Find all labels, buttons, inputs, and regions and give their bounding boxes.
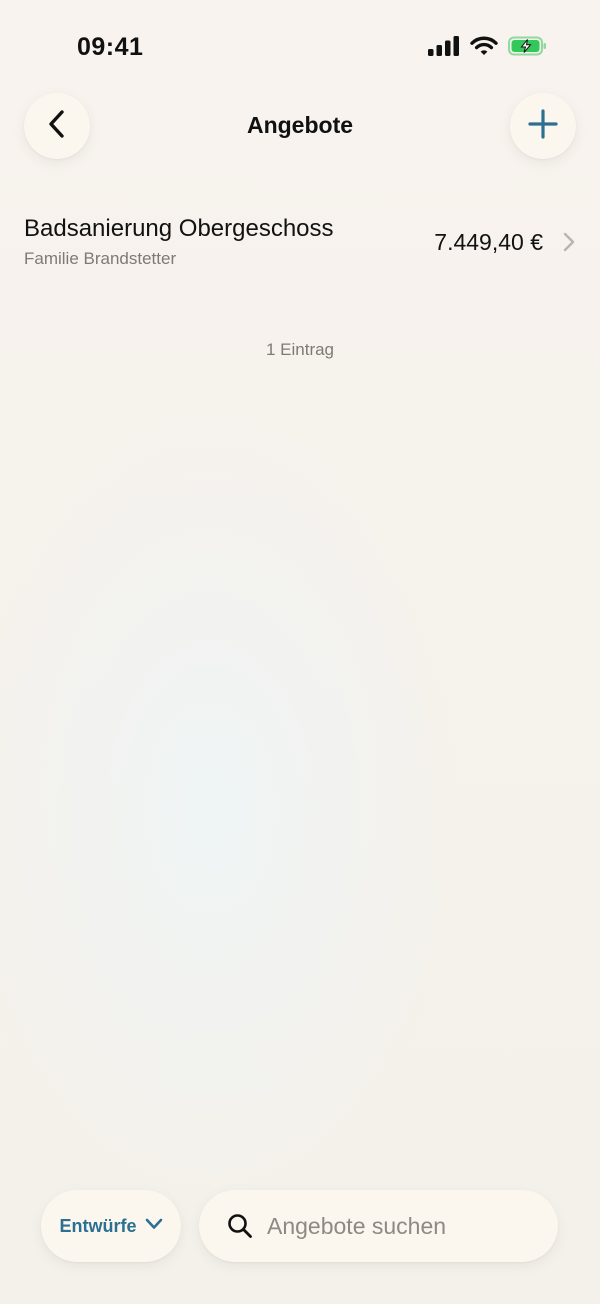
offer-title: Badsanierung Obergeschoss (24, 215, 334, 242)
status-icons (428, 36, 548, 61)
status-time: 09:41 (77, 33, 144, 61)
add-offer-button[interactable] (510, 93, 576, 159)
plus-icon (528, 108, 558, 144)
offer-amount: 7.449,40 € (434, 229, 543, 255)
entry-count: 1 Eintrag (265, 340, 335, 359)
cellular-signal-icon (428, 36, 460, 61)
search-icon (227, 1213, 253, 1244)
filter-label: Entwürfe (59, 1215, 137, 1236)
battery-charging-icon (508, 36, 548, 61)
offer-customer: Familie Brandstetter (24, 249, 177, 268)
search-bar[interactable] (199, 1190, 558, 1262)
search-input[interactable] (267, 1208, 537, 1244)
offer-list-item[interactable]: Badsanierung Obergeschoss Familie Brands… (0, 205, 600, 285)
bottom-bar: Entwürfe (0, 1190, 600, 1264)
chevron-right-icon (563, 232, 575, 257)
filter-dropdown-button[interactable]: Entwürfe (41, 1190, 181, 1262)
chevron-down-icon (145, 1217, 163, 1235)
wifi-icon (470, 36, 498, 61)
status-bar: 09:41 (0, 0, 600, 96)
